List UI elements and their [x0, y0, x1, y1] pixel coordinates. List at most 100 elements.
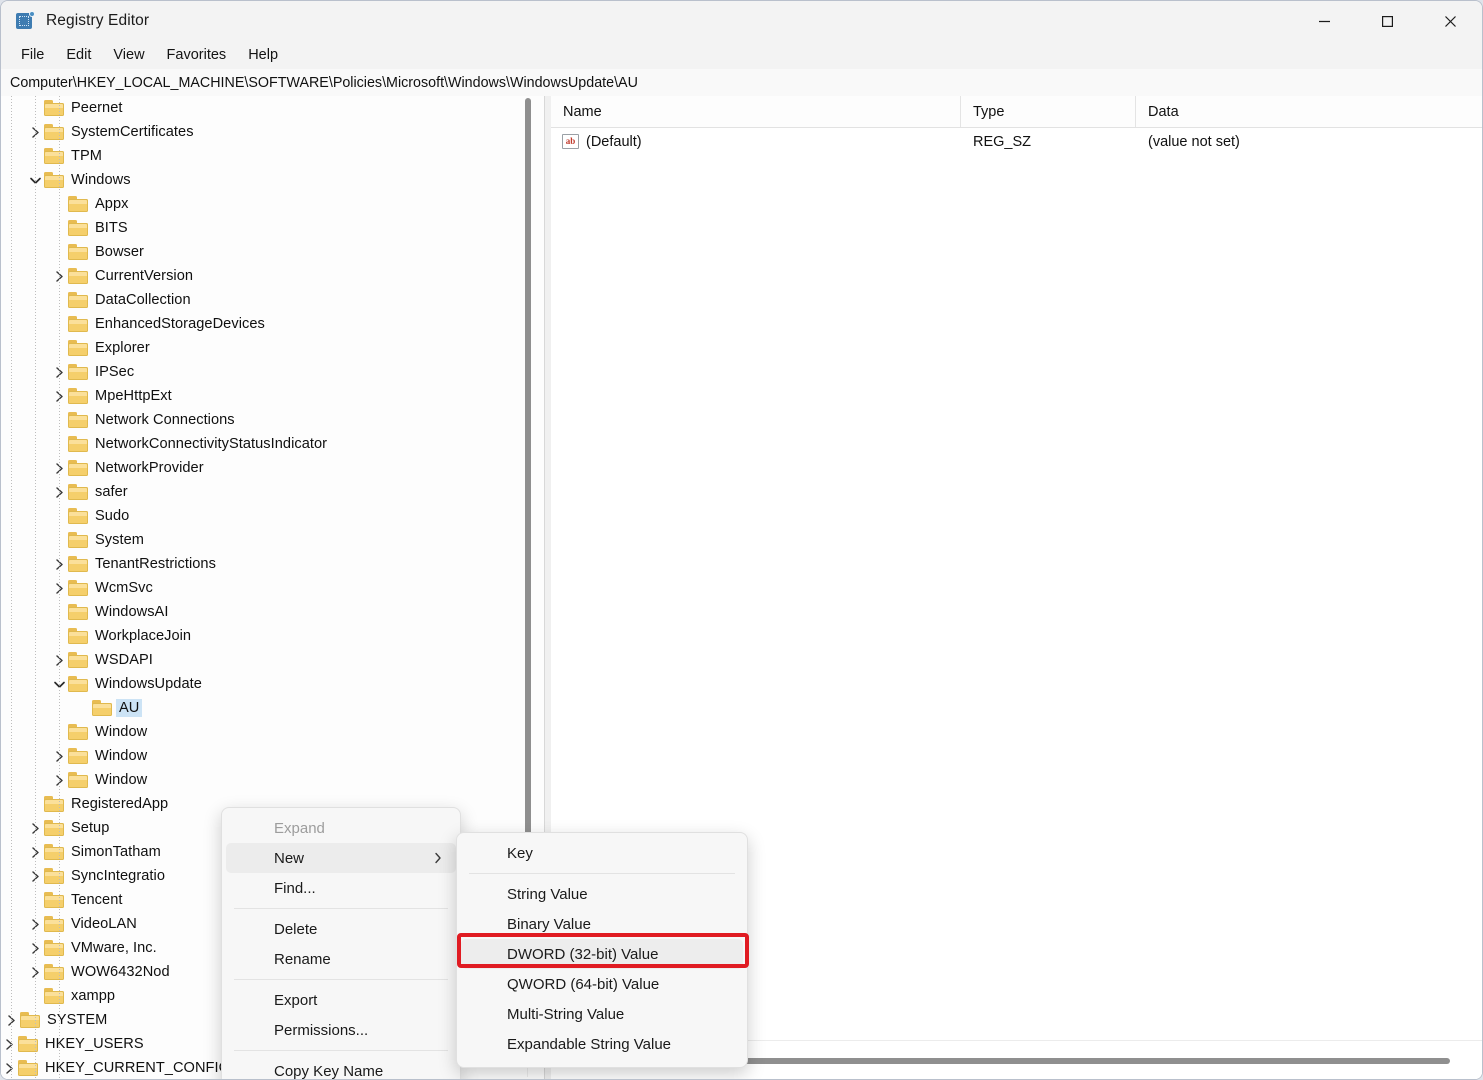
tree-item[interactable]: WindowsUpdate	[1, 672, 544, 696]
context-menu-item-delete[interactable]: Delete	[226, 914, 456, 944]
submenu-item-expandable-string-value[interactable]: Expandable String Value	[461, 1029, 743, 1059]
tree-item-label: safer	[95, 484, 128, 500]
tree-item[interactable]: IPSec	[1, 360, 544, 384]
folder-icon	[68, 724, 89, 740]
menu-file[interactable]: File	[10, 44, 55, 66]
chevron-right-icon[interactable]	[1, 1056, 18, 1079]
tree-item[interactable]: SystemCertificates	[1, 120, 544, 144]
submenu-item-string-value[interactable]: String Value	[461, 879, 743, 909]
tree-item[interactable]: TenantRestrictions	[1, 552, 544, 576]
tree-item[interactable]: WindowsAI	[1, 600, 544, 624]
folder-icon	[44, 796, 65, 812]
tree-item[interactable]: System	[1, 528, 544, 552]
folder-icon	[68, 676, 89, 692]
menu-separator	[234, 979, 448, 980]
tree-item[interactable]: Bowser	[1, 240, 544, 264]
tree-item[interactable]: WSDAPI	[1, 648, 544, 672]
tree-item[interactable]: Window	[1, 768, 544, 792]
tree-item[interactable]: Sudo	[1, 504, 544, 528]
context-menu-item-expand: Expand	[226, 813, 456, 843]
context-menu-item-label: Rename	[274, 951, 331, 968]
tree-item[interactable]: EnhancedStorageDevices	[1, 312, 544, 336]
folder-icon	[68, 364, 89, 380]
context-menu-item-rename[interactable]: Rename	[226, 944, 456, 974]
tree-item[interactable]: Window	[1, 744, 544, 768]
menu-help[interactable]: Help	[237, 44, 289, 66]
context-menu-item-label: New	[274, 850, 304, 867]
tree-item-label: VideoLAN	[71, 916, 137, 932]
folder-icon	[68, 508, 89, 524]
registry-editor-window: Registry Editor FileEditViewFavoritesHel…	[0, 0, 1483, 1080]
context-menu-item-permissions[interactable]: Permissions...	[226, 1015, 456, 1045]
tree-item-label: System	[95, 532, 144, 548]
folder-icon	[68, 772, 89, 788]
menu-bar: FileEditViewFavoritesHelp	[1, 41, 1482, 69]
tree-item-label: DataCollection	[95, 292, 191, 308]
folder-icon	[68, 268, 89, 284]
folder-icon	[68, 196, 89, 212]
folder-icon	[68, 628, 89, 644]
folder-icon	[68, 604, 89, 620]
value-data-cell: (value not set)	[1136, 134, 1482, 150]
chevron-right-icon[interactable]	[1, 1032, 18, 1056]
tree-item[interactable]: BITS	[1, 216, 544, 240]
table-row[interactable]: ab(Default)REG_SZ(value not set)	[551, 127, 1482, 156]
tree-item-label: Bowser	[95, 244, 144, 260]
tree-item-label: Window	[95, 772, 147, 788]
context-menu-item-new[interactable]: New	[226, 843, 456, 873]
tree-item[interactable]: Windows	[1, 168, 544, 192]
column-header-name[interactable]: Name	[551, 96, 961, 127]
tree-item[interactable]: CurrentVersion	[1, 264, 544, 288]
column-header-data[interactable]: Data	[1136, 96, 1482, 127]
submenu-item-multi-string-value[interactable]: Multi-String Value	[461, 999, 743, 1029]
tree-item[interactable]: NetworkConnectivityStatusIndicator	[1, 432, 544, 456]
tree-item[interactable]: TPM	[1, 144, 544, 168]
menu-view[interactable]: View	[102, 44, 155, 66]
submenu-item-binary-value[interactable]: Binary Value	[461, 909, 743, 939]
menu-separator	[469, 873, 735, 874]
tree-item[interactable]: DataCollection	[1, 288, 544, 312]
tree-item[interactable]: WcmSvc	[1, 576, 544, 600]
tree-item-label: Setup	[71, 820, 109, 836]
tree-item[interactable]: NetworkProvider	[1, 456, 544, 480]
context-menu-item-export[interactable]: Export	[226, 985, 456, 1015]
submenu-item-key[interactable]: Key	[461, 838, 743, 868]
folder-icon	[44, 148, 65, 164]
menu-favorites[interactable]: Favorites	[156, 44, 238, 66]
value-name-text: (Default)	[586, 134, 642, 150]
tree-item[interactable]: safer	[1, 480, 544, 504]
tree-item[interactable]: Network Connections	[1, 408, 544, 432]
tree-item[interactable]: WorkplaceJoin	[1, 624, 544, 648]
tree-item-selected[interactable]: AU	[1, 696, 544, 720]
column-header-type[interactable]: Type	[961, 96, 1136, 127]
chevron-right-icon	[434, 843, 442, 873]
tree-item[interactable]: MpeHttpExt	[1, 384, 544, 408]
folder-icon	[68, 412, 89, 428]
tree-item-label: MpeHttpExt	[95, 388, 172, 404]
folder-icon	[44, 844, 65, 860]
tree-item-label: EnhancedStorageDevices	[95, 316, 265, 332]
submenu-item-dword-32-bit-value[interactable]: DWORD (32-bit) Value	[461, 939, 743, 969]
maximize-button[interactable]	[1356, 1, 1419, 41]
tree-item[interactable]: Window	[1, 720, 544, 744]
tree-item-label: xampp	[71, 988, 115, 1004]
tree-item[interactable]: Appx	[1, 192, 544, 216]
context-menu-item-copy-key-name[interactable]: Copy Key Name	[226, 1056, 456, 1080]
tree-item-label: SimonTatham	[71, 844, 161, 860]
minimize-button[interactable]	[1293, 1, 1356, 41]
tree-item-label: WindowsUpdate	[95, 676, 202, 692]
close-button[interactable]	[1419, 1, 1482, 41]
tree-item-label: Tencent	[71, 892, 122, 908]
menu-edit[interactable]: Edit	[55, 44, 102, 66]
address-path: Computer\HKEY_LOCAL_MACHINE\SOFTWARE\Pol…	[1, 75, 638, 91]
tree-item[interactable]: Peernet	[1, 96, 544, 120]
tree-scrollbar-thumb[interactable]	[525, 98, 531, 910]
tree-item-label: WorkplaceJoin	[95, 628, 191, 644]
address-bar[interactable]: Computer\HKEY_LOCAL_MACHINE\SOFTWARE\Pol…	[1, 69, 1482, 97]
context-menu-item-label: Export	[274, 992, 317, 1009]
folder-icon	[68, 340, 89, 356]
context-menu-item-find[interactable]: Find...	[226, 873, 456, 903]
tree-item[interactable]: Explorer	[1, 336, 544, 360]
context-menu-item-label: Find...	[274, 880, 316, 897]
submenu-item-qword-64-bit-value[interactable]: QWORD (64-bit) Value	[461, 969, 743, 999]
